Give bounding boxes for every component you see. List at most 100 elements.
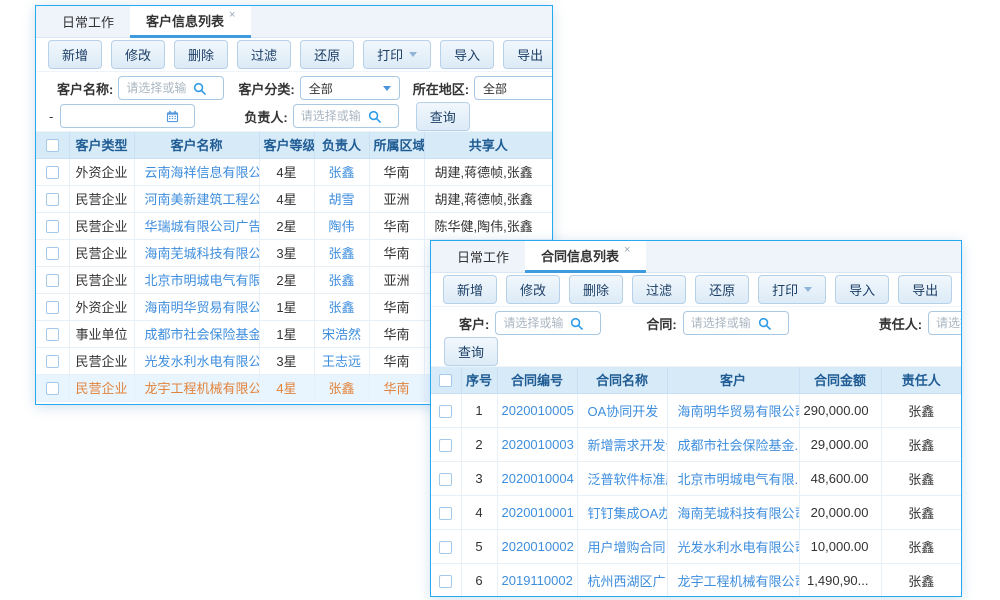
edit-button[interactable]: 修改 [111, 40, 165, 69]
owner-link[interactable]: 宋浩然 [314, 320, 369, 347]
customer-name-link[interactable]: 海南芜城科技有限公司 [134, 239, 259, 266]
row-checkbox[interactable] [439, 405, 452, 418]
customer-name-link[interactable]: 成都市社会保险基金... [134, 320, 259, 347]
contract-name-link[interactable]: 钉钉集成OA办公 [577, 495, 667, 529]
cell-index: 5 [461, 529, 497, 563]
owner-link[interactable]: 张鑫 [314, 158, 369, 185]
row-checkbox[interactable] [439, 575, 452, 588]
delete-button[interactable]: 删除 [174, 40, 228, 69]
owner-link[interactable]: 胡雪 [314, 185, 369, 212]
row-checkbox[interactable] [46, 328, 59, 341]
tab-daily-work[interactable]: 日常工作 [46, 6, 130, 37]
customer-filter-input[interactable] [495, 311, 601, 335]
customer-name-input[interactable] [118, 76, 224, 100]
tab-customer-list[interactable]: 客户信息列表 × [130, 6, 251, 38]
customer-name-link[interactable]: 海南明华贸易有限公司 [134, 293, 259, 320]
row-checkbox[interactable] [439, 507, 452, 520]
owner-link[interactable]: 张鑫 [314, 266, 369, 293]
contract-name-link[interactable]: 杭州西湖区广电... [577, 563, 667, 597]
customer-link[interactable]: 成都市社会保险基金... [667, 427, 799, 461]
customer-category-value: 全部 [309, 80, 333, 97]
query-button[interactable]: 查询 [444, 337, 498, 366]
filter-button[interactable]: 过滤 [632, 275, 686, 304]
customer-name-link[interactable]: 云南海祥信息有限公司 [134, 158, 259, 185]
contract-code-link[interactable]: 2020010003 [497, 427, 577, 461]
search-icon[interactable] [193, 82, 206, 95]
restore-button[interactable]: 还原 [695, 275, 749, 304]
row-checkbox[interactable] [46, 382, 59, 395]
customer-link[interactable]: 龙宇工程机械有限公司 [667, 563, 799, 597]
row-checkbox[interactable] [439, 541, 452, 554]
owner-link[interactable]: 陶伟 [314, 212, 369, 239]
close-icon[interactable]: × [229, 9, 235, 21]
row-checkbox[interactable] [439, 439, 452, 452]
customer-link[interactable]: 海南明华贸易有限公司 [667, 393, 799, 427]
print-button[interactable]: 打印 [758, 275, 826, 304]
owner-link[interactable]: 张鑫 [314, 293, 369, 320]
contract-code-link[interactable]: 2020010004 [497, 461, 577, 495]
customer-name-link[interactable]: 北京市明城电气有限... [134, 266, 259, 293]
delete-button[interactable]: 删除 [569, 275, 623, 304]
cell-region: 华南 [369, 320, 424, 347]
filter-button[interactable]: 过滤 [237, 40, 291, 69]
row-checkbox[interactable] [46, 247, 59, 260]
tab-contract-list[interactable]: 合同信息列表 × [525, 241, 646, 273]
import-button[interactable]: 导入 [440, 40, 494, 69]
row-checkbox[interactable] [46, 274, 59, 287]
customer-link[interactable]: 光发水利水电有限公司 [667, 529, 799, 563]
customer-category-select[interactable]: 全部 [300, 76, 400, 100]
row-checkbox[interactable] [46, 355, 59, 368]
import-button[interactable]: 导入 [835, 275, 889, 304]
add-button[interactable]: 新增 [48, 40, 102, 69]
tab-daily-work[interactable]: 日常工作 [441, 241, 525, 272]
export-button[interactable]: 导出 [503, 40, 553, 69]
close-icon[interactable]: × [624, 244, 630, 256]
query-button[interactable]: 查询 [416, 102, 470, 131]
contract-name-link[interactable]: OA协同开发 [577, 393, 667, 427]
customer-filter-label: 客户: [459, 314, 489, 333]
cell-level: 2星 [259, 266, 314, 293]
row-checkbox[interactable] [46, 166, 59, 179]
edit-button[interactable]: 修改 [506, 275, 560, 304]
select-all-checkbox[interactable] [46, 139, 59, 152]
contract-filter-input[interactable] [683, 311, 789, 335]
cell-region: 华南 [369, 239, 424, 266]
owner-filter-input[interactable] [928, 311, 962, 335]
customer-name-link[interactable]: 华瑞城有限公司广告... [134, 212, 259, 239]
owner-input[interactable] [293, 104, 399, 128]
contract-code-link[interactable]: 2020010005 [497, 393, 577, 427]
customer-name-link[interactable]: 河南美新建筑工程公司 [134, 185, 259, 212]
date-range-dash: - [49, 109, 53, 124]
customer-name-link[interactable]: 龙宇工程机械有限公司 [134, 374, 259, 401]
row-checkbox[interactable] [46, 220, 59, 233]
owner-link[interactable]: 张鑫 [314, 239, 369, 266]
contract-name-link[interactable]: 泛普软件标准版... [577, 461, 667, 495]
row-checkbox[interactable] [46, 301, 59, 314]
add-button[interactable]: 新增 [443, 275, 497, 304]
table-row: 外资企业 云南海祥信息有限公司 4星 张鑫 华南 胡建,蒋德帧,张鑫 [36, 158, 552, 185]
owner-link[interactable]: 张鑫 [314, 374, 369, 401]
search-icon[interactable] [758, 317, 771, 330]
customer-link[interactable]: 北京市明城电气有限... [667, 461, 799, 495]
contract-code-link[interactable]: 2020010001 [497, 495, 577, 529]
select-all-checkbox[interactable] [439, 374, 452, 387]
contract-name-link[interactable]: 用户增购合同 [577, 529, 667, 563]
customer-link[interactable]: 海南芜城科技有限公司 [667, 495, 799, 529]
contract-name-link[interactable]: 新增需求开发合同 [577, 427, 667, 461]
search-icon[interactable] [570, 317, 583, 330]
date-input[interactable] [60, 104, 195, 128]
customer-name-link[interactable]: 光发水利水电有限公司 [134, 347, 259, 374]
row-checkbox[interactable] [46, 193, 59, 206]
row-checkbox[interactable] [439, 473, 452, 486]
export-button[interactable]: 导出 [898, 275, 952, 304]
restore-button[interactable]: 还原 [300, 40, 354, 69]
cell-index: 1 [461, 393, 497, 427]
print-button[interactable]: 打印 [363, 40, 431, 69]
owner-link[interactable]: 王志远 [314, 347, 369, 374]
calendar-icon[interactable] [166, 110, 179, 123]
contract-code-link[interactable]: 2019110002 [497, 563, 577, 597]
area-select[interactable]: 全部 [474, 76, 553, 100]
view-log-button[interactable]: 查看日志 [961, 275, 962, 304]
search-icon[interactable] [368, 110, 381, 123]
contract-code-link[interactable]: 2020010002 [497, 529, 577, 563]
